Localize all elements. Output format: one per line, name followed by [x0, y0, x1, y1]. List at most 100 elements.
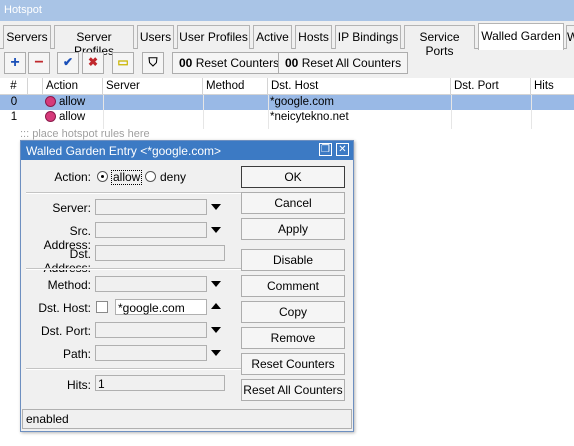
restore-icon[interactable]: ❐ — [319, 143, 332, 156]
table-row[interactable]: 0 allow *google.com — [0, 95, 574, 110]
tab-hosts[interactable]: Hosts — [295, 25, 332, 49]
counter-icon: 00 — [179, 56, 193, 70]
hotspot-icon — [45, 111, 56, 122]
col-dst-host[interactable]: Dst. Host — [268, 78, 451, 95]
tab-server-profiles[interactable]: Server Profiles — [54, 25, 134, 58]
column-divider — [103, 95, 104, 129]
chevron-down-icon[interactable] — [211, 204, 221, 210]
hotspot-icon — [45, 96, 56, 107]
row-dst-host: *neicytekno.net — [270, 111, 349, 123]
row-action: allow — [45, 110, 85, 125]
method-field[interactable] — [95, 276, 207, 292]
tab-service-ports[interactable]: Service Ports — [404, 25, 475, 58]
table-row[interactable]: 1 allow *neicytekno.net — [0, 110, 574, 125]
ok-button[interactable]: OK — [241, 166, 345, 188]
column-divider — [531, 95, 532, 129]
chevron-up-icon[interactable] — [211, 303, 221, 309]
tab-overflow[interactable]: W — [566, 25, 574, 49]
close-icon[interactable]: ✕ — [336, 143, 349, 156]
divider — [26, 192, 241, 194]
action-deny-radio[interactable] — [145, 171, 156, 182]
tab-bar: Servers Server Profiles Users User Profi… — [0, 23, 574, 58]
row-action-label: allow — [59, 96, 86, 108]
dst-host-negate-checkbox[interactable] — [96, 301, 108, 313]
method-label: Method: — [47, 278, 91, 292]
col-method[interactable]: Method — [203, 78, 268, 95]
copy-button[interactable]: Copy — [241, 301, 345, 323]
dst-port-label: Dst. Port: — [40, 324, 91, 338]
reset-counters-button[interactable]: Reset Counters — [241, 353, 345, 375]
comment-button[interactable]: ▭ — [112, 52, 134, 74]
path-label: Path: — [62, 347, 91, 361]
disable-button[interactable]: ✖ — [82, 52, 104, 74]
tab-users[interactable]: Users — [137, 25, 174, 49]
action-allow-radio[interactable] — [97, 171, 108, 182]
row-action: allow — [45, 95, 85, 110]
enable-button[interactable]: ✔ — [57, 52, 79, 74]
column-divider — [268, 95, 269, 129]
row-dst-host: *google.com — [270, 96, 334, 108]
reset-counters-button[interactable]: 00 Reset Counters — [172, 52, 287, 74]
x-icon: ✖ — [87, 55, 99, 69]
table-header: # Action Server Method Dst. Host Dst. Po… — [0, 78, 574, 95]
tab-ip-bindings[interactable]: IP Bindings — [335, 25, 401, 49]
toolbar: + − ✔ ✖ ▭ ⛉ 00 Reset Counters 00 Reset A… — [0, 51, 574, 76]
reset-all-counters-button[interactable]: 00 Reset All Counters — [278, 52, 409, 74]
cancel-button[interactable]: Cancel — [241, 192, 345, 214]
server-field[interactable] — [95, 199, 207, 215]
comment-button[interactable]: Comment — [241, 275, 345, 297]
check-icon: ✔ — [62, 55, 74, 69]
action-label: Action: — [54, 170, 91, 184]
tab-active[interactable]: Active — [253, 25, 292, 49]
hits-field: 1 — [95, 375, 225, 391]
status-bar: enabled — [22, 409, 352, 429]
window-title: Hotspot — [0, 0, 574, 21]
plus-icon: + — [10, 54, 20, 71]
minus-icon: − — [34, 54, 44, 71]
col-server[interactable]: Server — [103, 78, 203, 95]
dialog-title[interactable]: Walled Garden Entry <*google.com> — [21, 141, 353, 160]
disable-button[interactable]: Disable — [241, 249, 345, 271]
column-divider — [203, 95, 204, 129]
dst-port-field[interactable] — [95, 322, 207, 338]
apply-button[interactable]: Apply — [241, 218, 345, 240]
tab-user-profiles[interactable]: User Profiles — [177, 25, 250, 49]
add-button[interactable]: + — [4, 52, 26, 74]
src-address-field[interactable] — [95, 222, 207, 238]
tab-servers[interactable]: Servers — [3, 25, 51, 49]
col-dst-port[interactable]: Dst. Port — [451, 78, 531, 95]
dst-address-field[interactable] — [95, 245, 225, 261]
chevron-down-icon[interactable] — [211, 281, 221, 287]
reset-all-counters-button[interactable]: Reset All Counters — [241, 379, 345, 401]
action-allow-label[interactable]: allow — [111, 170, 143, 185]
divider — [26, 268, 241, 270]
filter-button[interactable]: ⛉ — [142, 52, 164, 74]
comment-row: ::: place hotspot rules here — [20, 128, 150, 140]
filter-icon: ⛉ — [148, 55, 158, 69]
col-number[interactable]: # — [0, 78, 28, 95]
walled-garden-entry-dialog: Walled Garden Entry <*google.com> ❐ ✕ Ac… — [20, 140, 354, 432]
chevron-down-icon[interactable] — [211, 227, 221, 233]
action-deny-label[interactable]: deny — [160, 170, 186, 184]
dst-host-label: Dst. Host: — [38, 301, 91, 315]
col-action[interactable]: Action — [43, 78, 103, 95]
hits-label: Hits: — [67, 378, 91, 392]
column-divider — [451, 95, 452, 129]
row-number: 1 — [10, 111, 18, 123]
chevron-down-icon[interactable] — [211, 327, 221, 333]
server-label: Server: — [52, 201, 91, 215]
path-field[interactable] — [95, 345, 207, 361]
remove-button[interactable]: Remove — [241, 327, 345, 349]
note-icon: ▭ — [117, 55, 129, 69]
remove-button[interactable]: − — [28, 52, 50, 74]
col-flags[interactable] — [28, 78, 43, 95]
chevron-down-icon[interactable] — [211, 350, 221, 356]
row-number: 0 — [10, 96, 18, 108]
reset-counters-label: Reset Counters — [195, 56, 280, 70]
reset-all-counters-label: Reset All Counters — [301, 56, 402, 70]
counter-icon: 00 — [285, 56, 299, 70]
col-hits[interactable]: Hits — [531, 78, 574, 95]
dst-host-input[interactable]: *google.com — [115, 299, 207, 315]
tab-walled-garden[interactable]: Walled Garden — [478, 23, 564, 50]
divider — [26, 368, 241, 370]
